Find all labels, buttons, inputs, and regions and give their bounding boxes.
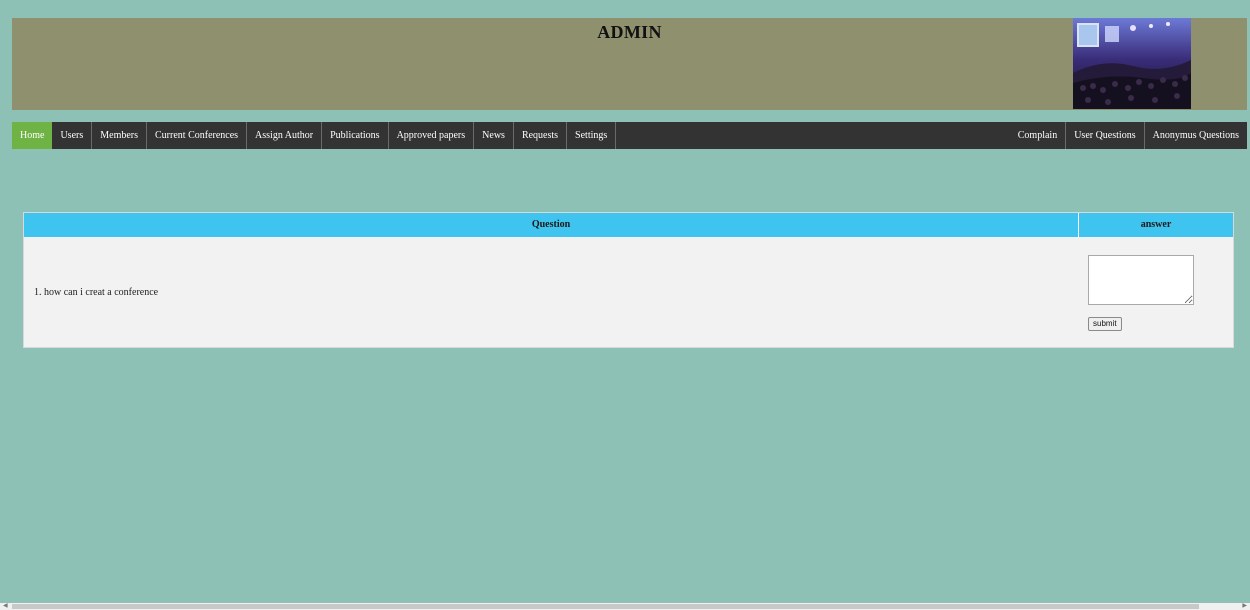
page-header: ADMIN: [12, 18, 1247, 110]
conference-audience-icon: [1073, 18, 1191, 109]
nav-news[interactable]: News: [474, 122, 514, 149]
main-nav: Home Users Members Current Conferences A…: [12, 122, 1247, 149]
scroll-left-icon[interactable]: ◀: [3, 603, 8, 610]
nav-anonymus-questions[interactable]: Anonymus Questions: [1143, 122, 1247, 149]
scroll-right-icon[interactable]: ▶: [1242, 603, 1247, 610]
nav-current-conferences[interactable]: Current Conferences: [147, 122, 248, 149]
nav-user-questions[interactable]: User Questions: [1065, 122, 1143, 149]
nav-approved-papers[interactable]: Approved papers: [389, 122, 475, 149]
nav-home[interactable]: Home: [12, 122, 53, 149]
table-header: Question answer: [24, 213, 1233, 237]
horizontal-scrollbar[interactable]: ◀ ▶: [0, 603, 1250, 610]
answer-column-header: answer: [1140, 219, 1172, 230]
nav-requests[interactable]: Requests: [514, 122, 568, 149]
answer-textarea[interactable]: [1088, 255, 1194, 305]
scrollbar-thumb[interactable]: [12, 604, 1199, 609]
nav-settings[interactable]: Settings: [567, 122, 617, 149]
nav-users[interactable]: Users: [52, 122, 93, 149]
nav-right-group: Complain User Questions Anonymus Questio…: [1010, 122, 1247, 149]
nav-members[interactable]: Members: [92, 122, 148, 149]
question-column-header: Question: [24, 213, 1079, 237]
conference-photo: [1073, 18, 1191, 109]
question-text: 1. how can i creat a conference: [34, 287, 159, 298]
table-row: 1. how can i creat a conference submit: [24, 237, 1233, 347]
nav-publications[interactable]: Publications: [322, 122, 389, 149]
submit-button[interactable]: submit: [1088, 317, 1122, 331]
page-title: ADMIN: [597, 22, 662, 42]
nav-complain[interactable]: Complain: [1010, 122, 1065, 149]
questions-table: Question answer 1. how can i creat a con…: [23, 212, 1234, 348]
nav-left-group: Home Users Members Current Conferences A…: [12, 122, 617, 149]
nav-assign-author[interactable]: Assign Author: [247, 122, 323, 149]
